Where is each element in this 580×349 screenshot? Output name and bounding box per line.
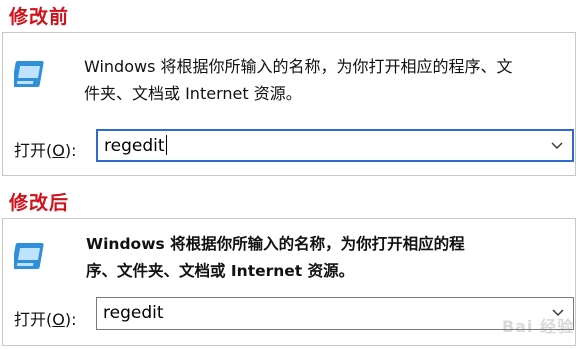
after-open-suffix: ): — [64, 310, 77, 329]
run-dialog-after: Windows 将根据你所输入的名称，为你打开相应的程 序、文件夹、文档或 In… — [2, 218, 576, 346]
after-description-line1: Windows 将根据你所输入的名称，为你打开相应的程 — [86, 235, 465, 253]
run-app-icon — [14, 61, 44, 87]
after-description-line2: 序、文件夹、文档或 Internet 资源。 — [86, 262, 355, 280]
before-open-suffix: ): — [64, 141, 77, 160]
watermark-text: Bai 经验 — [501, 317, 574, 336]
before-open-label: 打开(O): — [14, 137, 76, 161]
before-description-line2: 件夹、文档或 Internet 资源。 — [84, 84, 302, 103]
run-app-icon — [14, 243, 44, 269]
after-open-label: 打开(O): — [14, 306, 76, 330]
comparison-page: 修改前 Windows 将根据你所输入的名称，为你打开相应的程序、文 件夹、文档… — [0, 0, 580, 349]
before-description-line1: Windows 将根据你所输入的名称，为你打开相应的程序、文 — [84, 57, 513, 76]
before-open-key: O — [52, 141, 65, 160]
chevron-down-icon[interactable] — [550, 140, 564, 152]
before-open-prefix: 打开( — [14, 141, 53, 160]
before-open-input[interactable]: regedit — [104, 135, 167, 157]
after-label: 修改后 — [9, 192, 70, 214]
before-label: 修改前 — [9, 6, 70, 28]
before-input-value: regedit — [104, 136, 165, 156]
after-open-prefix: 打开( — [14, 310, 53, 329]
text-caret — [165, 135, 167, 155]
after-open-key: O — [52, 310, 65, 329]
after-open-input[interactable]: regedit — [103, 302, 164, 324]
before-open-combobox[interactable]: regedit — [96, 129, 574, 162]
before-description: Windows 将根据你所输入的名称，为你打开相应的程序、文 件夹、文档或 In… — [84, 53, 568, 107]
run-dialog-before: Windows 将根据你所输入的名称，为你打开相应的程序、文 件夹、文档或 In… — [2, 32, 576, 176]
after-description: Windows 将根据你所输入的名称，为你打开相应的程 序、文件夹、文档或 In… — [86, 231, 570, 285]
